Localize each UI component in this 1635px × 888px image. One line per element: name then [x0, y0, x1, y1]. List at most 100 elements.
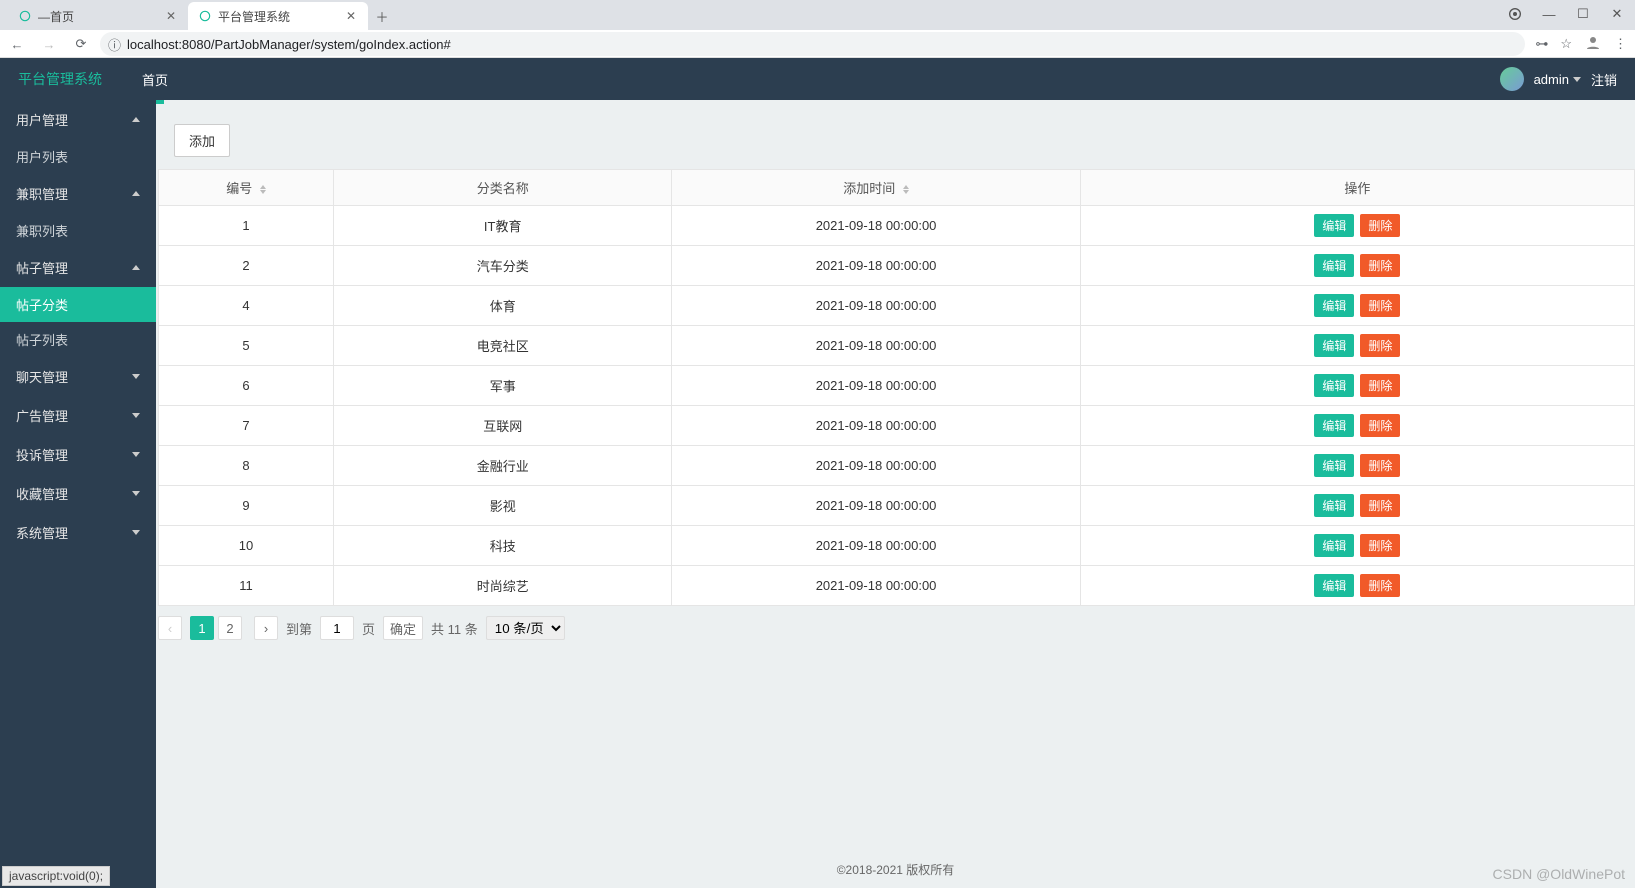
sidebar-group[interactable]: 广告管理 [0, 396, 156, 435]
chevron-down-icon [132, 530, 140, 535]
cell-time: 2021-09-18 00:00:00 [672, 286, 1080, 326]
account-icon[interactable] [1505, 4, 1525, 24]
maximize-icon[interactable]: ☐ [1573, 4, 1593, 24]
add-button[interactable]: 添加 [174, 124, 230, 157]
cell-time: 2021-09-18 00:00:00 [672, 246, 1080, 286]
url-input[interactable]: ⓘ localhost:8080/PartJobManager/system/g… [100, 32, 1525, 56]
avatar[interactable] [1500, 67, 1524, 91]
edit-button[interactable]: 编辑 [1314, 294, 1354, 317]
user-name-text: admin [1534, 72, 1569, 87]
profile-icon[interactable] [1584, 34, 1602, 55]
browser-tab-0[interactable]: —首页 ✕ [8, 2, 188, 30]
edit-button[interactable]: 编辑 [1314, 214, 1354, 237]
forward-icon[interactable]: → [40, 35, 58, 53]
chevron-down-icon [132, 374, 140, 379]
cell-ops: 编辑删除 [1080, 206, 1634, 246]
sidebar-group[interactable]: 系统管理 [0, 513, 156, 552]
cell-id: 7 [159, 406, 334, 446]
nav-home[interactable]: 首页 [142, 70, 168, 89]
close-window-icon[interactable]: ✕ [1607, 4, 1627, 24]
cell-ops: 编辑删除 [1080, 326, 1634, 366]
delete-button[interactable]: 删除 [1360, 574, 1400, 597]
menu-icon[interactable]: ⋮ [1614, 36, 1627, 52]
key-icon[interactable]: ⊶ [1535, 36, 1548, 52]
sidebar-item[interactable]: 用户列表 [0, 139, 156, 174]
sidebar-item[interactable]: 兼职列表 [0, 213, 156, 248]
chevron-down-icon [132, 413, 140, 418]
edit-button[interactable]: 编辑 [1314, 374, 1354, 397]
sort-icon [903, 185, 909, 194]
close-icon[interactable]: ✕ [164, 9, 178, 23]
table-row: 10科技2021-09-18 00:00:00编辑删除 [159, 526, 1635, 566]
cell-ops: 编辑删除 [1080, 446, 1634, 486]
page-next[interactable]: › [254, 616, 278, 640]
sidebar-group[interactable]: 帖子管理 [0, 248, 156, 287]
goto-confirm[interactable]: 确定 [383, 616, 423, 640]
cell-time: 2021-09-18 00:00:00 [672, 446, 1080, 486]
table-row: 11时尚综艺2021-09-18 00:00:00编辑删除 [159, 566, 1635, 606]
site-info-icon[interactable]: ⓘ [108, 35, 121, 54]
delete-button[interactable]: 删除 [1360, 294, 1400, 317]
page-size-select[interactable]: 10 条/页 [486, 616, 565, 640]
star-icon[interactable]: ☆ [1560, 36, 1572, 52]
sidebar-group[interactable]: 用户管理 [0, 100, 156, 139]
close-icon[interactable]: ✕ [344, 9, 358, 23]
edit-button[interactable]: 编辑 [1314, 494, 1354, 517]
page-number[interactable]: 1 [190, 616, 214, 640]
th-time[interactable]: 添加时间 [672, 170, 1080, 206]
cell-id: 1 [159, 206, 334, 246]
sidebar-item[interactable]: 帖子列表 [0, 322, 156, 357]
sidebar-group[interactable]: 聊天管理 [0, 357, 156, 396]
address-bar: ← → ⟳ ⓘ localhost:8080/PartJobManager/sy… [0, 30, 1635, 58]
edit-button[interactable]: 编辑 [1314, 454, 1354, 477]
delete-button[interactable]: 删除 [1360, 254, 1400, 277]
cell-id: 4 [159, 286, 334, 326]
brand: 平台管理系统 [18, 69, 102, 89]
page-number[interactable]: 2 [218, 616, 242, 640]
table-row: 1IT教育2021-09-18 00:00:00编辑删除 [159, 206, 1635, 246]
edit-button[interactable]: 编辑 [1314, 334, 1354, 357]
minimize-icon[interactable]: — [1539, 4, 1559, 24]
browser-tab-1[interactable]: 平台管理系统 ✕ [188, 2, 368, 30]
sidebar-group-label: 兼职管理 [16, 184, 68, 203]
table-row: 2汽车分类2021-09-18 00:00:00编辑删除 [159, 246, 1635, 286]
delete-button[interactable]: 删除 [1360, 414, 1400, 437]
reload-icon[interactable]: ⟳ [72, 35, 90, 53]
sidebar-group-label: 系统管理 [16, 523, 68, 542]
main-content: 添加 编号 分类名称 添加时间 操作 1IT教育2021-09-18 00 [156, 100, 1635, 888]
cell-ops: 编辑删除 [1080, 526, 1634, 566]
page-input[interactable] [320, 616, 354, 640]
total-text: 共 11 条 [431, 619, 478, 638]
edit-button[interactable]: 编辑 [1314, 254, 1354, 277]
th-id[interactable]: 编号 [159, 170, 334, 206]
edit-button[interactable]: 编辑 [1314, 534, 1354, 557]
delete-button[interactable]: 删除 [1360, 214, 1400, 237]
sidebar-item[interactable]: 帖子分类 [0, 287, 156, 322]
cell-time: 2021-09-18 00:00:00 [672, 366, 1080, 406]
delete-button[interactable]: 删除 [1360, 334, 1400, 357]
user-menu[interactable]: admin [1534, 72, 1581, 87]
sidebar-group[interactable]: 兼职管理 [0, 174, 156, 213]
back-icon[interactable]: ← [8, 35, 26, 53]
cell-name: 体育 [334, 286, 672, 326]
cell-name: IT教育 [334, 206, 672, 246]
table-row: 9影视2021-09-18 00:00:00编辑删除 [159, 486, 1635, 526]
new-tab-button[interactable]: ＋ [368, 2, 396, 30]
cell-name: 金融行业 [334, 446, 672, 486]
delete-button[interactable]: 删除 [1360, 494, 1400, 517]
pagination: ‹ 12 › 到第 页 确定 共 11 条 10 条/页 [156, 606, 1635, 650]
delete-button[interactable]: 删除 [1360, 534, 1400, 557]
sidebar-group[interactable]: 收藏管理 [0, 474, 156, 513]
edit-button[interactable]: 编辑 [1314, 574, 1354, 597]
sidebar-group-label: 收藏管理 [16, 484, 68, 503]
delete-button[interactable]: 删除 [1360, 374, 1400, 397]
edit-button[interactable]: 编辑 [1314, 414, 1354, 437]
sidebar-group[interactable]: 投诉管理 [0, 435, 156, 474]
logout-link[interactable]: 注销 [1591, 70, 1617, 89]
page-prev[interactable]: ‹ [158, 616, 182, 640]
th-name[interactable]: 分类名称 [334, 170, 672, 206]
url-text: localhost:8080/PartJobManager/system/goI… [127, 37, 451, 52]
cell-id: 9 [159, 486, 334, 526]
status-bar: javascript:void(0); [2, 866, 110, 886]
delete-button[interactable]: 删除 [1360, 454, 1400, 477]
